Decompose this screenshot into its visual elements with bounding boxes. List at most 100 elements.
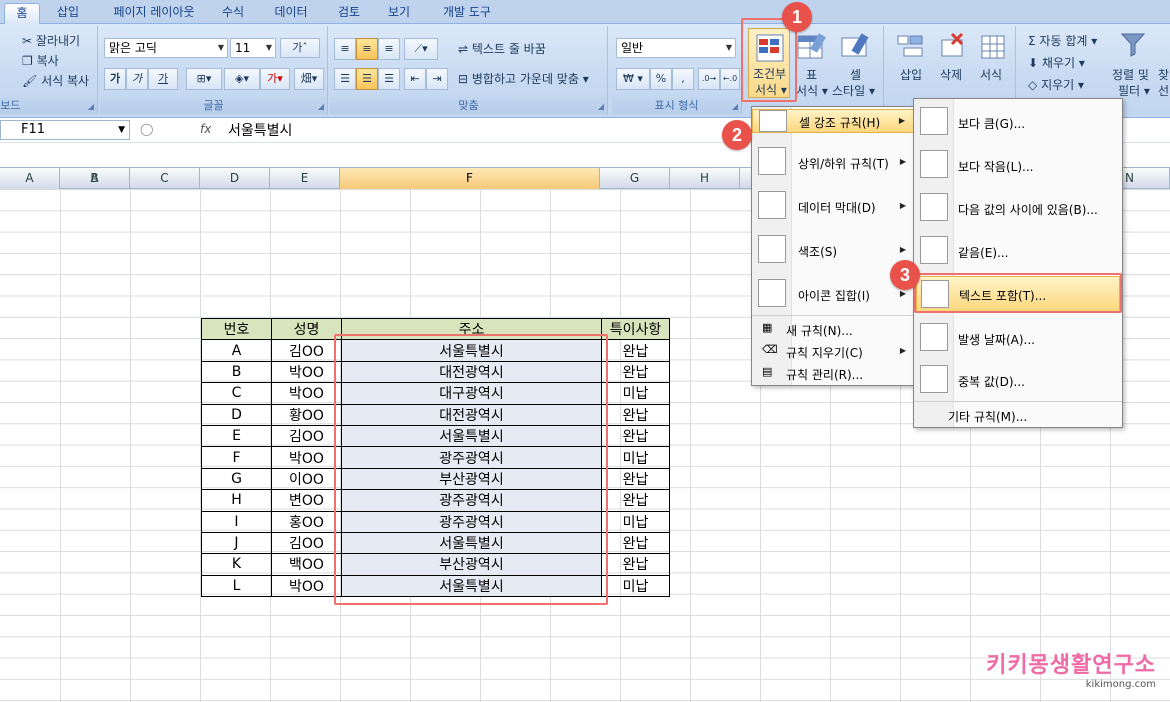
menu-item-manage-rules[interactable]: ▤ 규칙 관리(R)... xyxy=(752,363,914,383)
cell-notes[interactable]: 완납 xyxy=(601,531,670,555)
cell-name[interactable]: 홍OO xyxy=(271,510,342,533)
underline-button[interactable]: 가 xyxy=(148,68,178,90)
menu-item-date-occurring[interactable]: 발생 날짜(A)... xyxy=(914,321,1122,355)
tab-formulas[interactable]: 수식 xyxy=(214,3,252,24)
decrease-decimal-button[interactable]: ←.0 xyxy=(720,68,740,90)
orientation-button[interactable]: ⟋▾ xyxy=(404,38,438,60)
cell-style-label-1[interactable]: 셀 xyxy=(850,66,861,83)
increase-indent-button[interactable]: ⇥ xyxy=(426,68,448,90)
fill-button[interactable]: ⬇ 채우기 ▾ xyxy=(1028,54,1085,71)
cell-notes[interactable]: 미납 xyxy=(601,446,670,469)
column-header[interactable]: G xyxy=(600,168,670,189)
comma-button[interactable]: , xyxy=(672,68,694,90)
fill-color-button[interactable]: ◈▾ xyxy=(224,68,260,90)
column-header[interactable]: B xyxy=(60,168,130,189)
decrease-indent-button[interactable]: ⇤ xyxy=(404,68,426,90)
cell-name[interactable]: 백OO xyxy=(271,553,342,576)
cell-number[interactable]: H xyxy=(201,489,272,512)
cell-number[interactable]: B xyxy=(201,360,272,384)
tab-developer[interactable]: 개발 도구 xyxy=(432,3,502,24)
fx-icon[interactable]: fx xyxy=(200,122,211,136)
cell-name[interactable]: 변OO xyxy=(271,489,342,512)
cell-name[interactable]: 김OO xyxy=(271,531,342,555)
cell-name[interactable]: 박OO xyxy=(271,574,342,598)
column-header[interactable]: A xyxy=(0,168,60,189)
cell-number[interactable]: D xyxy=(201,403,272,426)
name-box[interactable]: F11 ▼ xyxy=(0,120,130,140)
tab-page-layout[interactable]: 페이지 레이아웃 xyxy=(100,3,208,24)
cell-notes[interactable]: 완납 xyxy=(601,339,670,362)
menu-item-data-bars[interactable]: 데이터 막대(D) ▶ xyxy=(752,191,914,223)
cell-name[interactable]: 김OO xyxy=(271,424,342,448)
font-launcher-icon[interactable]: ◢ xyxy=(318,102,324,111)
cell-number[interactable]: F xyxy=(201,446,272,469)
format-painter-button[interactable]: 🖌 서식 복사 xyxy=(22,72,89,89)
align-top-button[interactable]: ≡ xyxy=(334,38,356,60)
tab-insert[interactable]: 삽입 xyxy=(48,3,88,24)
sort-filter-label-2[interactable]: 필터 ▾ xyxy=(1118,82,1150,99)
cell-number[interactable]: I xyxy=(201,510,272,533)
number-format-select[interactable]: 일반 ▼ xyxy=(616,38,736,58)
bold-button[interactable]: 가 xyxy=(104,68,126,90)
cell-notes[interactable]: 완납 xyxy=(601,467,670,491)
alignment-launcher-icon[interactable]: ◢ xyxy=(598,102,604,111)
percent-button[interactable]: % xyxy=(650,68,672,90)
menu-item-new-rule[interactable]: ▦ 새 규칙(N)... xyxy=(752,319,914,339)
cell-number[interactable]: G xyxy=(201,467,272,491)
tab-home[interactable]: 홈 xyxy=(4,3,40,24)
cut-button[interactable]: ✂ 잘라내기 xyxy=(22,32,80,49)
column-header[interactable]: D xyxy=(200,168,270,189)
cell-notes[interactable]: 완납 xyxy=(601,489,670,512)
italic-button[interactable]: 가 xyxy=(126,68,148,90)
cell-number[interactable]: K xyxy=(201,553,272,576)
delete-cells-button[interactable]: 삭제 xyxy=(940,66,962,83)
wrap-text-button[interactable]: ⇌ 텍스트 줄 바꿈 xyxy=(458,40,546,57)
menu-item-top-bottom-rules[interactable]: 상위/하위 규칙(T) ▶ xyxy=(752,147,914,179)
menu-item-more-rules[interactable]: 기타 규칙(M)... xyxy=(914,405,1122,425)
cell-name[interactable]: 황OO xyxy=(271,403,342,426)
header-number[interactable]: 번호 xyxy=(201,317,272,341)
column-header[interactable]: H xyxy=(670,168,740,189)
cell-name[interactable]: 김OO xyxy=(271,339,342,362)
menu-item-clear-rules[interactable]: ⌫ 규칙 지우기(C) ▶ xyxy=(752,341,914,361)
increase-decimal-button[interactable]: .0→ xyxy=(698,68,720,90)
find-select-label-1[interactable]: 찾 xyxy=(1158,66,1169,83)
align-bottom-button[interactable]: ≡ xyxy=(378,38,400,60)
align-middle-button[interactable]: ≡ xyxy=(356,38,378,60)
copy-button[interactable]: ❐ 복사 xyxy=(22,52,59,69)
menu-item-greater-than[interactable]: 보다 큼(G)... xyxy=(914,105,1122,139)
cell-notes[interactable]: 미납 xyxy=(601,510,670,533)
cell-style-label-2[interactable]: 스타일 ▾ xyxy=(832,82,875,99)
find-select-label-2[interactable]: 선 xyxy=(1158,82,1169,99)
font-name-select[interactable]: 맑은 고딕 ▼ xyxy=(104,38,228,58)
menu-item-duplicate-values[interactable]: 중복 값(D)... xyxy=(914,363,1122,397)
sort-filter-label-1[interactable]: 정렬 및 xyxy=(1112,66,1149,83)
currency-button[interactable]: ₩ ▾ xyxy=(616,68,650,90)
cell-name[interactable]: 박OO xyxy=(271,446,342,469)
header-notes[interactable]: 특이사항 xyxy=(601,317,670,341)
align-center-button[interactable]: ☰ xyxy=(356,68,378,90)
cell-notes[interactable]: 미납 xyxy=(601,382,670,405)
column-header[interactable]: C xyxy=(130,168,200,189)
autosum-button[interactable]: Σ 자동 합계 ▾ xyxy=(1028,32,1097,49)
align-left-button[interactable]: ☰ xyxy=(334,68,356,90)
menu-item-color-scales[interactable]: 색조(S) ▶ xyxy=(752,235,914,267)
format-cells-button[interactable]: 서식 xyxy=(980,66,1002,83)
cell-number[interactable]: A xyxy=(201,339,272,362)
cell-number[interactable]: C xyxy=(201,382,272,405)
font-size-select[interactable]: 11 ▼ xyxy=(230,38,276,58)
cell-notes[interactable]: 완납 xyxy=(601,424,670,448)
cell-notes[interactable]: 완납 xyxy=(601,360,670,384)
menu-item-highlight-cells-rules[interactable]: 셀 강조 규칙(H) ▶ xyxy=(752,109,914,133)
menu-item-less-than[interactable]: 보다 작음(L)... xyxy=(914,148,1122,182)
table-format-label-2[interactable]: 서식 ▾ xyxy=(796,82,828,99)
tab-view[interactable]: 보기 xyxy=(380,3,418,24)
cell-number[interactable]: L xyxy=(201,574,272,598)
cell-notes[interactable]: 미납 xyxy=(601,574,670,598)
cell-notes[interactable]: 완납 xyxy=(601,553,670,576)
align-right-button[interactable]: ☰ xyxy=(378,68,400,90)
font-color-button[interactable]: 가▾ xyxy=(260,68,290,90)
formula-content[interactable]: 서울특별시 xyxy=(228,120,292,140)
tab-data[interactable]: 데이터 xyxy=(266,3,316,24)
clear-button[interactable]: ◇ 지우기 ▾ xyxy=(1028,76,1084,93)
